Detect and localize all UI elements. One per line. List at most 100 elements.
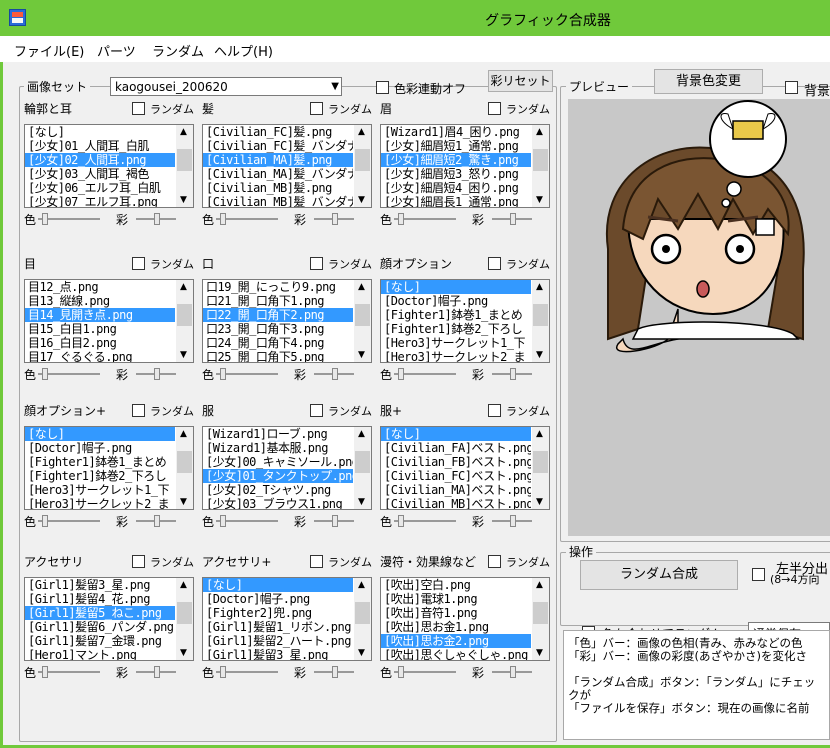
- random-checkbox[interactable]: [132, 555, 145, 568]
- color-reset-button[interactable]: 彩リセット: [488, 70, 553, 92]
- slider-thumb[interactable]: [154, 666, 160, 678]
- scroll-thumb[interactable]: [533, 149, 548, 171]
- list-item[interactable]: [少女]03_人間耳_褐色: [25, 167, 175, 181]
- chevron-down-icon[interactable]: ▼: [358, 195, 365, 205]
- scroll-thumb[interactable]: [533, 304, 548, 326]
- list-item[interactable]: 目15_白目1.png: [25, 322, 175, 336]
- scrollbar[interactable]: ▲ ▼: [354, 125, 371, 207]
- list-item[interactable]: [Civilian_MB]髪.png: [203, 181, 353, 195]
- scroll-thumb[interactable]: [355, 602, 370, 624]
- chevron-down-icon[interactable]: ▼: [180, 350, 187, 360]
- slider-thumb[interactable]: [510, 666, 516, 678]
- chevron-up-icon[interactable]: ▲: [358, 127, 365, 137]
- list-item[interactable]: 口21_開_口角下1.png: [203, 294, 353, 308]
- part-listbox[interactable]: [Wizard1]ローブ.png [Wizard1]基本服.png [少女]00_キ…: [202, 426, 372, 510]
- list-item[interactable]: 口23_開_口角下3.png: [203, 322, 353, 336]
- list-item[interactable]: [吹出]思ぐしゃぐしゃ.png: [381, 648, 531, 660]
- list-item[interactable]: [Civilian_FC]ベスト.png: [381, 469, 531, 483]
- scrollbar[interactable]: ▲ ▼: [532, 578, 549, 660]
- chevron-up-icon[interactable]: ▲: [536, 429, 543, 439]
- random-checkbox[interactable]: [488, 257, 501, 270]
- chevron-up-icon[interactable]: ▲: [536, 127, 543, 137]
- list-item[interactable]: [Wizard1]眉4_困り.png: [381, 125, 531, 139]
- list-item[interactable]: [少女]細眉短4_困り.png: [381, 181, 531, 195]
- list-item[interactable]: [少女]01_人間耳_白肌: [25, 139, 175, 153]
- list-item[interactable]: [吹出]電球1.png: [381, 592, 531, 606]
- saturation-slider[interactable]: [136, 212, 176, 226]
- color-slider[interactable]: [394, 665, 456, 679]
- list-item[interactable]: [少女]02_Tシャツ.png: [203, 483, 353, 497]
- list-item[interactable]: [Civilian_MB]髪_バンダナ: [203, 195, 353, 207]
- slider-thumb[interactable]: [398, 213, 404, 225]
- list-item[interactable]: [少女]細眉短1_通常.png: [381, 139, 531, 153]
- list-item[interactable]: [Fighter1]鉢巻2_下ろし: [381, 322, 531, 336]
- slider-thumb[interactable]: [42, 213, 48, 225]
- slider-thumb[interactable]: [332, 368, 338, 380]
- list-item[interactable]: [Wizard1]基本服.png: [203, 441, 353, 455]
- menu-file[interactable]: ファイル(E): [14, 41, 84, 60]
- list-item[interactable]: [Girl1]髪留6_パンダ.png: [25, 620, 175, 634]
- list-item[interactable]: [なし]: [203, 578, 353, 592]
- list-item[interactable]: [Doctor]帽子.png: [203, 592, 353, 606]
- color-slider[interactable]: [216, 514, 278, 528]
- chevron-up-icon[interactable]: ▲: [536, 282, 543, 292]
- chevron-down-icon[interactable]: ▼: [536, 497, 543, 507]
- chevron-up-icon[interactable]: ▲: [180, 580, 187, 590]
- chevron-down-icon[interactable]: ▼: [358, 648, 365, 658]
- chevron-down-icon[interactable]: ▼: [536, 350, 543, 360]
- scrollbar[interactable]: ▲ ▼: [176, 280, 193, 362]
- list-item[interactable]: [少女]01_タンクトップ.png: [203, 469, 353, 483]
- slider-thumb[interactable]: [398, 515, 404, 527]
- scroll-thumb[interactable]: [533, 602, 548, 624]
- menu-help[interactable]: ヘルプ(H): [214, 41, 273, 60]
- list-item[interactable]: [Girl1]髪留2_ハート.png: [203, 634, 353, 648]
- color-slider[interactable]: [394, 212, 456, 226]
- saturation-slider[interactable]: [314, 665, 354, 679]
- list-item[interactable]: [Hero3]サークレット1_下: [25, 483, 175, 497]
- slider-thumb[interactable]: [220, 666, 226, 678]
- list-item[interactable]: [Civilian_MB]ベスト.png: [381, 497, 531, 509]
- list-item[interactable]: [Fighter2]兜.png: [203, 606, 353, 620]
- chevron-up-icon[interactable]: ▲: [358, 429, 365, 439]
- list-item[interactable]: [吹出]空白.png: [381, 578, 531, 592]
- scroll-thumb[interactable]: [177, 451, 192, 473]
- list-item[interactable]: [なし]: [25, 125, 175, 139]
- part-listbox[interactable]: [Civilian_FC]髪.png [Civilian_FC]髪_バンダナ [Ci…: [202, 124, 372, 208]
- random-checkbox[interactable]: [132, 404, 145, 417]
- scroll-thumb[interactable]: [355, 149, 370, 171]
- list-item[interactable]: [少女]06_エルフ耳_白肌: [25, 181, 175, 195]
- random-checkbox[interactable]: [310, 257, 323, 270]
- slider-thumb[interactable]: [332, 666, 338, 678]
- scrollbar[interactable]: ▲ ▼: [532, 125, 549, 207]
- list-item[interactable]: [Hero3]サークレット1_下: [381, 336, 531, 350]
- list-item[interactable]: 目14_見開き点.png: [25, 308, 175, 322]
- random-checkbox[interactable]: [488, 404, 501, 417]
- scrollbar[interactable]: ▲ ▼: [354, 427, 371, 509]
- saturation-slider[interactable]: [314, 367, 354, 381]
- list-item[interactable]: [なし]: [381, 427, 531, 441]
- list-item[interactable]: [Civilian_FC]髪.png: [203, 125, 353, 139]
- list-item[interactable]: [なし]: [381, 280, 531, 294]
- list-item[interactable]: [Wizard1]ローブ.png: [203, 427, 353, 441]
- random-checkbox[interactable]: [310, 102, 323, 115]
- image-set-select[interactable]: kaogousei_200620 ▼: [110, 77, 342, 96]
- list-item[interactable]: [少女]細眉短2_驚き.png: [381, 153, 531, 167]
- chevron-down-icon[interactable]: ▼: [180, 648, 187, 658]
- chevron-up-icon[interactable]: ▲: [358, 282, 365, 292]
- slider-thumb[interactable]: [42, 368, 48, 380]
- scrollbar[interactable]: ▲ ▼: [176, 578, 193, 660]
- random-checkbox[interactable]: [488, 555, 501, 568]
- slider-thumb[interactable]: [154, 368, 160, 380]
- saturation-slider[interactable]: [492, 665, 532, 679]
- list-item[interactable]: [なし]: [25, 427, 175, 441]
- scroll-thumb[interactable]: [177, 149, 192, 171]
- list-item[interactable]: [Hero3]サークレット2_ま: [381, 350, 531, 362]
- saturation-slider[interactable]: [136, 514, 176, 528]
- list-item[interactable]: [Civilian_FC]髪_バンダナ: [203, 139, 353, 153]
- scrollbar[interactable]: ▲ ▼: [354, 280, 371, 362]
- random-checkbox[interactable]: [132, 102, 145, 115]
- list-item[interactable]: [Girl1]髪留5_ねこ.png: [25, 606, 175, 620]
- slider-thumb[interactable]: [220, 368, 226, 380]
- chevron-up-icon[interactable]: ▲: [180, 127, 187, 137]
- slider-thumb[interactable]: [220, 515, 226, 527]
